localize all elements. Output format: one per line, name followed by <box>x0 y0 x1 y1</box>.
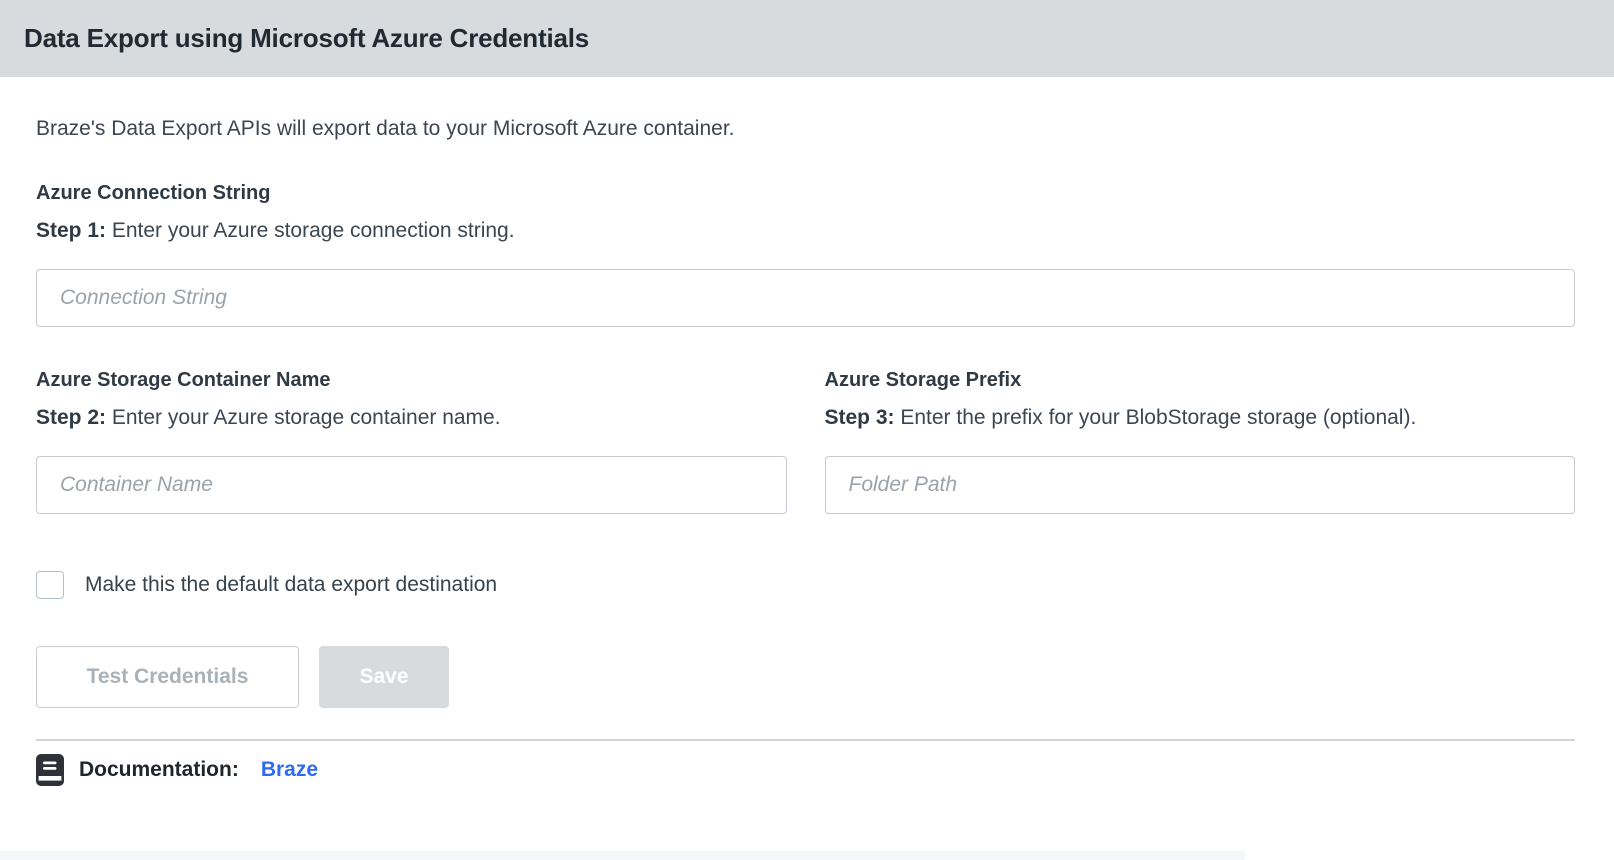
container-name-label: Azure Storage Container Name <box>36 369 331 391</box>
step-3-prefix: Step 3: <box>824 406 895 429</box>
default-destination-label: Make this the default data export destin… <box>85 573 498 596</box>
data-export-form: Braze's Data Export APIs will export dat… <box>0 117 1614 786</box>
container-name-column: Azure Storage Container Name Step 2: Ent… <box>36 369 787 514</box>
connection-string-section: Azure Connection String Step 1: Enter yo… <box>36 182 1575 327</box>
form-actions: Test Credentials Save <box>36 646 1575 708</box>
storage-prefix-input[interactable] <box>824 456 1575 514</box>
page-title: Data Export using Microsoft Azure Creden… <box>24 23 590 53</box>
next-section-edge <box>0 851 1245 860</box>
intro-text: Braze's Data Export APIs will export dat… <box>36 117 735 140</box>
save-button[interactable]: Save <box>319 646 449 708</box>
documentation-label: Documentation: <box>79 758 239 781</box>
step-1-instruction: Step 1: Enter your Azure storage connect… <box>36 219 1575 243</box>
documentation-row: Documentation: Braze <box>36 754 1575 786</box>
step-3-instruction: Step 3: Enter the prefix for your BlobSt… <box>825 406 1576 430</box>
storage-prefix-column: Azure Storage Prefix Step 3: Enter the p… <box>824 369 1576 514</box>
default-destination-checkbox[interactable] <box>36 571 64 599</box>
step-1-prefix: Step 1: <box>36 219 107 242</box>
connection-string-label: Azure Connection String <box>36 182 271 204</box>
footer-divider <box>36 739 1575 741</box>
test-credentials-button[interactable]: Test Credentials <box>36 646 299 708</box>
book-icon <box>36 754 64 786</box>
storage-prefix-label: Azure Storage Prefix <box>824 369 1022 391</box>
panel-header: Data Export using Microsoft Azure Creden… <box>0 0 1614 77</box>
step-2-text: Enter your Azure storage container name. <box>106 406 501 429</box>
step-1-text: Enter your Azure storage connection stri… <box>106 219 515 242</box>
default-destination-row: Make this the default data export destin… <box>36 571 1575 599</box>
step-3-text: Enter the prefix for your BlobStorage st… <box>894 406 1417 429</box>
container-and-prefix-section: Azure Storage Container Name Step 2: Ent… <box>36 369 1575 514</box>
connection-string-input[interactable] <box>36 269 1575 327</box>
braze-documentation-link[interactable]: Braze <box>261 758 318 782</box>
step-2-prefix: Step 2: <box>36 406 107 429</box>
container-name-input[interactable] <box>36 456 787 514</box>
step-2-instruction: Step 2: Enter your Azure storage contain… <box>36 406 787 430</box>
